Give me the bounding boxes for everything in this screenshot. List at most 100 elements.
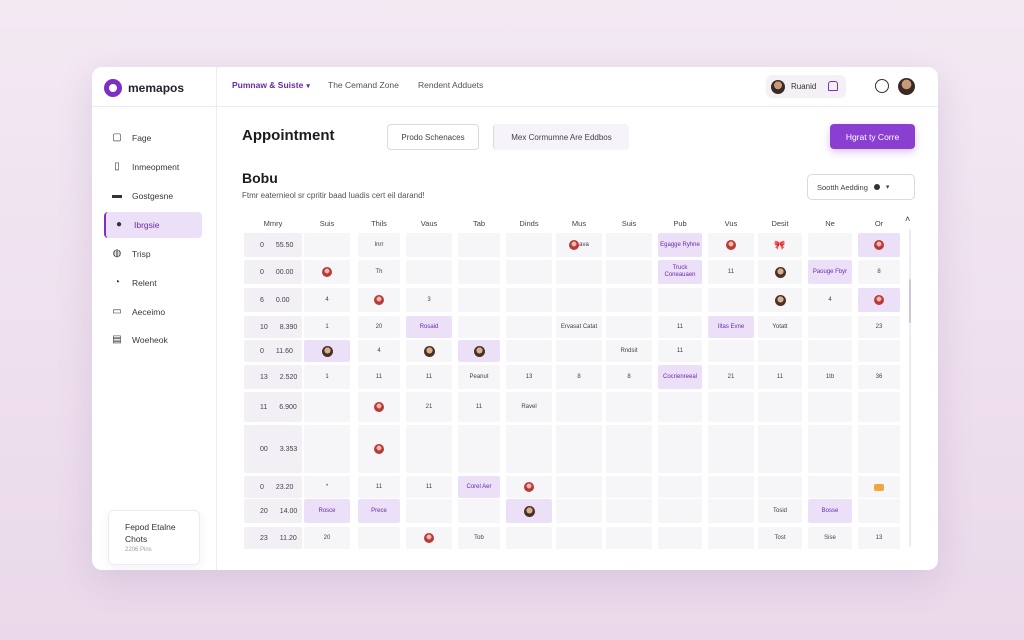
schedule-cell[interactable]: Egagge Ryhne: [658, 233, 702, 257]
schedule-cell[interactable]: [858, 233, 900, 257]
schedule-cell[interactable]: [808, 425, 852, 473]
schedule-cell[interactable]: [758, 392, 802, 422]
schedule-cell[interactable]: [758, 340, 802, 362]
schedule-cell[interactable]: Ravel: [506, 392, 552, 422]
schedule-cell[interactable]: Yotatt: [758, 316, 802, 338]
column-header[interactable]: Pub: [658, 219, 702, 228]
schedule-cell[interactable]: [406, 260, 452, 284]
scrollbar-track[interactable]: [909, 229, 911, 547]
schedule-cell[interactable]: 20: [304, 527, 350, 549]
bell-icon[interactable]: [828, 81, 838, 91]
schedule-cell[interactable]: 21: [406, 392, 452, 422]
schedule-cell[interactable]: 11: [406, 476, 452, 498]
schedule-cell[interactable]: [658, 288, 702, 312]
sidebar-item-5[interactable]: ◔ Relent: [104, 270, 202, 296]
schedule-cell[interactable]: 21: [708, 365, 754, 389]
app-logo[interactable]: memapos: [104, 79, 184, 97]
column-header[interactable]: Or: [858, 219, 900, 228]
schedule-cell[interactable]: 11: [658, 316, 702, 338]
schedules-button[interactable]: Prodo Schenaces: [387, 124, 479, 150]
schedule-cell[interactable]: 🎀: [758, 233, 802, 257]
schedule-cell[interactable]: [658, 392, 702, 422]
schedule-cell[interactable]: Peanut: [458, 365, 500, 389]
schedule-cell[interactable]: [358, 527, 400, 549]
schedule-cell[interactable]: [458, 233, 500, 257]
sort-dropdown[interactable]: Sootth Aedding ▾: [807, 174, 915, 200]
schedule-cell[interactable]: [506, 288, 552, 312]
schedule-cell[interactable]: [606, 260, 652, 284]
sidebar-item-7[interactable]: ▤ Woeheok: [104, 327, 202, 353]
schedule-cell[interactable]: *: [304, 476, 350, 498]
primary-action-button[interactable]: Hgrat ty Corre: [830, 124, 915, 149]
schedule-cell[interactable]: [406, 425, 452, 473]
schedule-cell[interactable]: [758, 260, 802, 284]
schedule-cell[interactable]: Corel Aer: [458, 476, 500, 498]
schedule-cell[interactable]: [556, 476, 602, 498]
schedule-cell[interactable]: 4: [358, 340, 400, 362]
schedule-cell[interactable]: [406, 527, 452, 549]
schedule-cell[interactable]: [304, 260, 350, 284]
schedule-cell[interactable]: [358, 392, 400, 422]
schedule-cell[interactable]: [708, 499, 754, 523]
schedule-cell[interactable]: [658, 527, 702, 549]
schedule-cell[interactable]: Tob: [458, 527, 500, 549]
user-menu[interactable]: Ruanid: [766, 75, 846, 98]
schedule-cell[interactable]: [606, 476, 652, 498]
schedule-cell[interactable]: [458, 425, 500, 473]
schedule-cell[interactable]: [758, 425, 802, 473]
schedule-cell[interactable]: Bosse: [808, 499, 852, 523]
schedule-cell[interactable]: 11: [708, 260, 754, 284]
schedule-cell[interactable]: [708, 233, 754, 257]
schedule-cell[interactable]: [606, 527, 652, 549]
schedule-cell[interactable]: [556, 499, 602, 523]
schedule-cell[interactable]: 8: [556, 365, 602, 389]
column-header[interactable]: Vaus: [406, 219, 452, 228]
schedule-cell[interactable]: [858, 340, 900, 362]
column-header[interactable]: Dinds: [506, 219, 552, 228]
help-icon[interactable]: [875, 79, 889, 93]
schedule-cell[interactable]: [556, 392, 602, 422]
schedule-cell[interactable]: 8: [606, 365, 652, 389]
schedule-cell[interactable]: [606, 392, 652, 422]
schedule-cell[interactable]: [506, 499, 552, 523]
schedule-cell[interactable]: Sise: [808, 527, 852, 549]
schedule-cell[interactable]: [458, 260, 500, 284]
schedule-cell[interactable]: [808, 233, 852, 257]
schedule-cell[interactable]: ava: [556, 233, 602, 257]
column-header[interactable]: Mus: [556, 219, 602, 228]
profile-avatar[interactable]: [898, 78, 915, 95]
schedule-cell[interactable]: Th: [358, 260, 400, 284]
sidebar-item-6[interactable]: ▭ Aeceimo: [104, 299, 202, 325]
promo-card[interactable]: Fepod Etalne Chots 2206 Pins: [108, 510, 200, 565]
schedule-cell[interactable]: [458, 288, 500, 312]
schedule-cell[interactable]: [808, 392, 852, 422]
schedule-cell[interactable]: [304, 425, 350, 473]
schedule-cell[interactable]: 11: [458, 392, 500, 422]
schedule-cell[interactable]: 11: [758, 365, 802, 389]
schedule-cell[interactable]: [358, 425, 400, 473]
schedule-cell[interactable]: [858, 476, 900, 498]
nav-item-2[interactable]: Rendent Adduets: [418, 80, 483, 90]
schedule-cell[interactable]: Cocrienreeal: [658, 365, 702, 389]
schedule-cell[interactable]: [858, 425, 900, 473]
schedule-cell[interactable]: [556, 425, 602, 473]
schedule-cell[interactable]: 13: [506, 365, 552, 389]
schedule-cell[interactable]: Truck Coneauaen: [658, 260, 702, 284]
schedule-cell[interactable]: 3: [406, 288, 452, 312]
schedule-cell[interactable]: 36: [858, 365, 900, 389]
schedule-cell[interactable]: 4: [808, 288, 852, 312]
schedule-cell[interactable]: 23: [858, 316, 900, 338]
sidebar-item-0[interactable]: ▢ Fage: [104, 125, 202, 151]
schedule-cell[interactable]: [658, 499, 702, 523]
sidebar-item-1[interactable]: ▯ Inmeopment: [104, 154, 202, 180]
schedule-cell[interactable]: [606, 499, 652, 523]
schedule-cell[interactable]: [606, 288, 652, 312]
schedule-cell[interactable]: 11: [358, 365, 400, 389]
schedule-cell[interactable]: [458, 499, 500, 523]
schedule-cell[interactable]: [758, 476, 802, 498]
schedule-cell[interactable]: [808, 476, 852, 498]
schedule-cell[interactable]: [506, 476, 552, 498]
schedule-cell[interactable]: [556, 288, 602, 312]
column-header[interactable]: Suis: [606, 219, 652, 228]
schedule-cell[interactable]: [858, 288, 900, 312]
